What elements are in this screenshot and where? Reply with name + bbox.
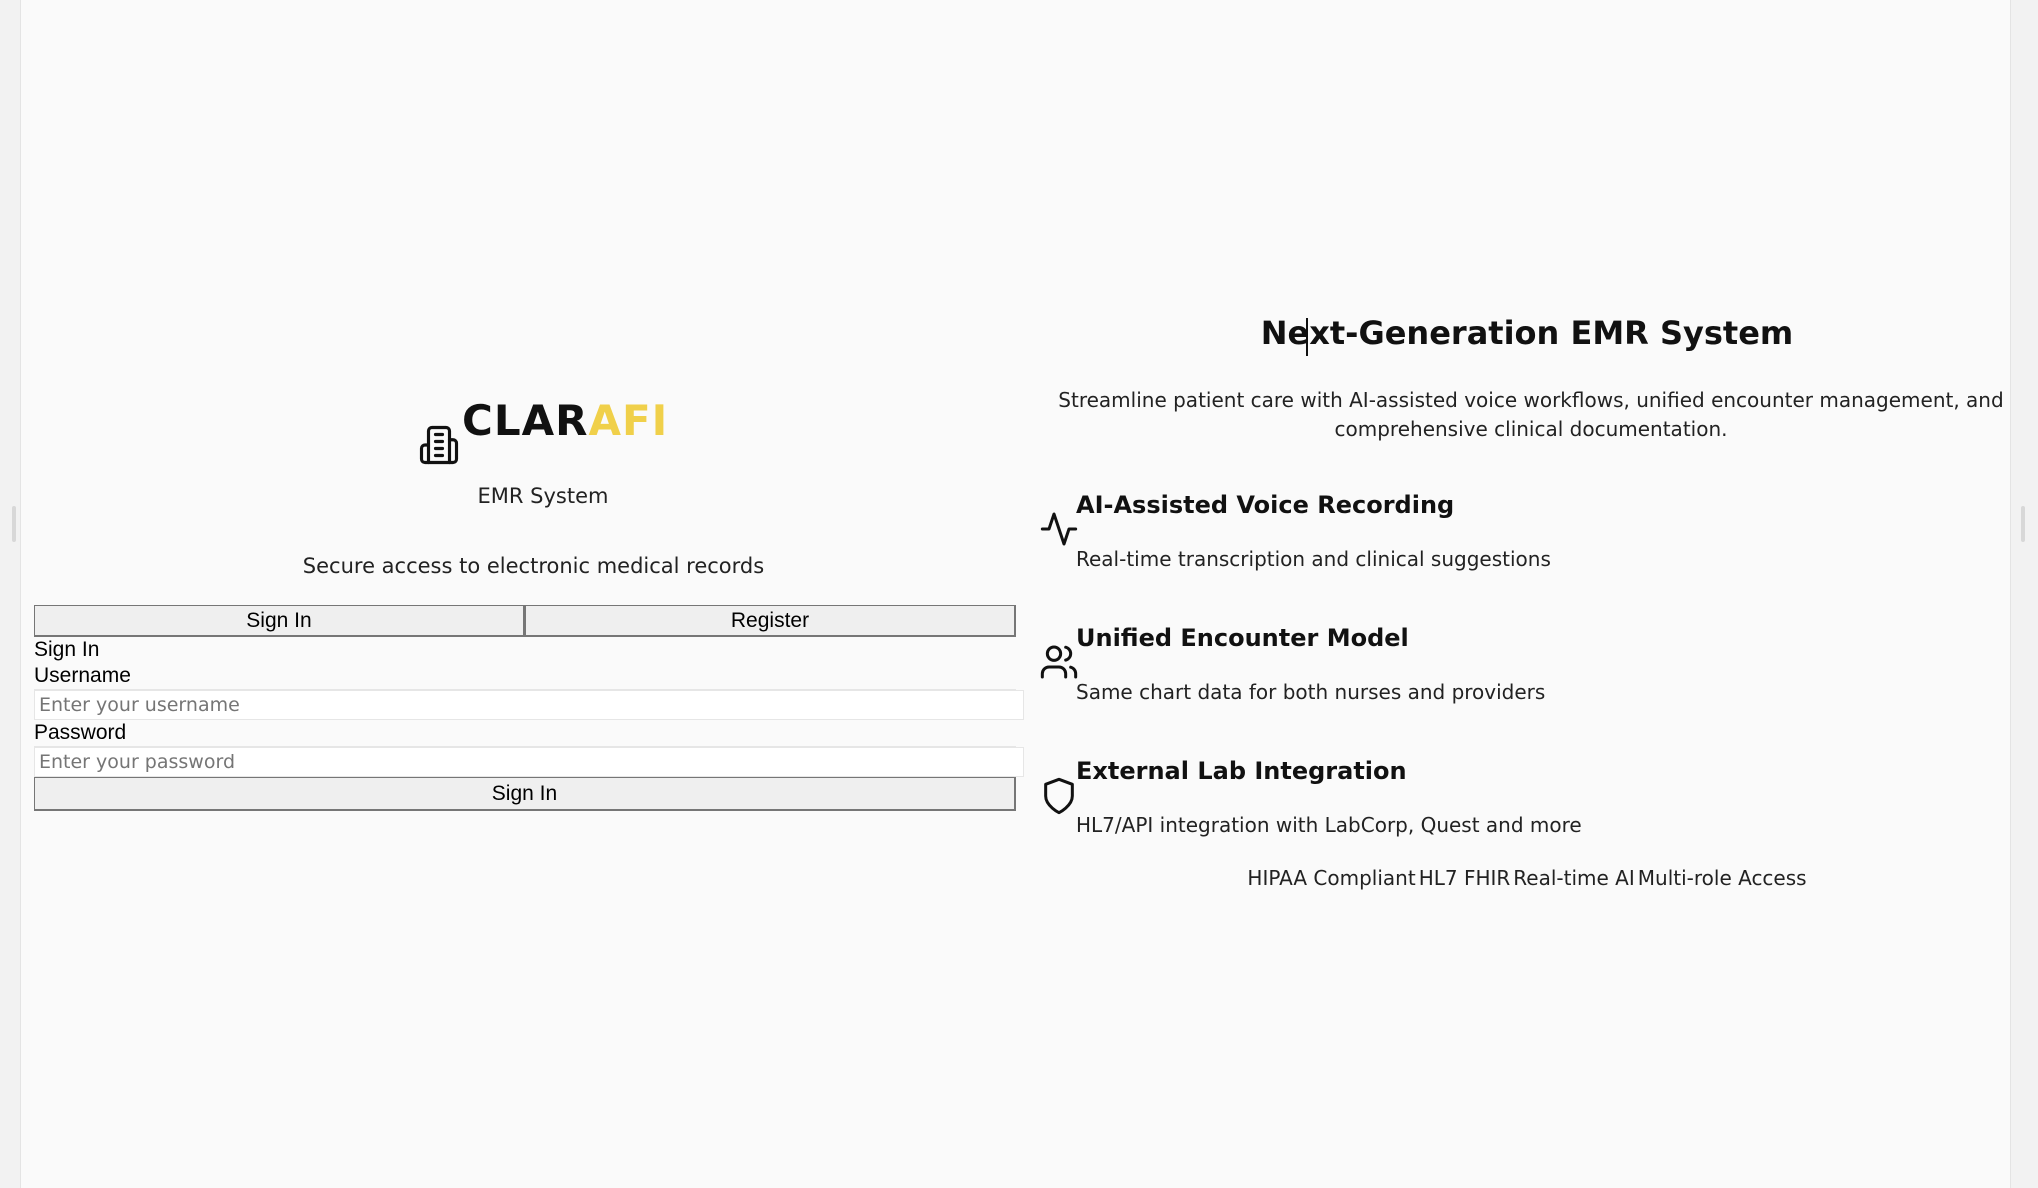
activity-pulse-icon (1040, 512, 1078, 546)
feature-description: Real-time transcription and clinical sug… (1076, 547, 1551, 571)
sign-in-submit-button[interactable]: Sign In (34, 777, 1016, 811)
feature-title: Unified Encounter Model (1076, 624, 1409, 652)
right-resize-handle[interactable] (2021, 506, 2025, 542)
feature-voice-recording: AI-Assisted Voice Recording Real-time tr… (1039, 491, 1939, 571)
username-input[interactable] (34, 690, 1024, 720)
tab-sign-in[interactable]: Sign In (34, 605, 525, 637)
login-tagline: Secure access to electronic medical reco… (302, 554, 765, 578)
feature-description: HL7/API integration with LabCorp, Quest … (1076, 813, 1582, 837)
auth-tabs: Sign In Register (34, 605, 1016, 637)
sign-in-form: Sign In Username Password Sign In (34, 637, 1024, 811)
brand-name-dark: CLAR (462, 396, 589, 445)
compliance-badges: HIPAA Compliant HL7 FHIR Real-time AI Mu… (1037, 866, 2017, 890)
badge: Multi-role Access (1637, 866, 1807, 890)
feature-lab-integration: External Lab Integration HL7/API integra… (1039, 757, 1939, 837)
brand-wordmark: CLARAFI (462, 400, 668, 442)
badge: Real-time AI (1513, 866, 1635, 890)
users-icon (1040, 645, 1078, 679)
feature-title: AI-Assisted Voice Recording (1076, 491, 1455, 519)
shield-icon (1044, 777, 1074, 815)
feature-description: Same chart data for both nurses and prov… (1076, 680, 1546, 704)
badge: HIPAA Compliant (1247, 866, 1416, 890)
text-caret (1306, 318, 1308, 356)
app-viewport: CLARAFI EMR System Secure access to elec… (20, 0, 2011, 1188)
username-label: Username (34, 663, 1016, 690)
hero-description: Streamline patient care with AI-assisted… (1058, 388, 2004, 441)
feature-unified-encounter: Unified Encounter Model Same chart data … (1039, 624, 1939, 704)
tab-register[interactable]: Register (525, 605, 1016, 637)
password-label: Password (34, 720, 1016, 747)
badge: HL7 FHIR (1418, 866, 1511, 890)
brand-name-accent: AFI (588, 396, 669, 445)
hospital-building-icon (419, 425, 459, 465)
form-heading: Sign In (34, 638, 100, 661)
brand-logo: CLARAFI (418, 400, 668, 465)
password-input[interactable] (34, 747, 1024, 777)
hero-title: Next-Generation EMR System (1260, 314, 1794, 352)
left-resize-handle[interactable] (12, 506, 16, 542)
brand-subtitle: EMR System (477, 484, 609, 508)
feature-title: External Lab Integration (1076, 757, 1407, 785)
